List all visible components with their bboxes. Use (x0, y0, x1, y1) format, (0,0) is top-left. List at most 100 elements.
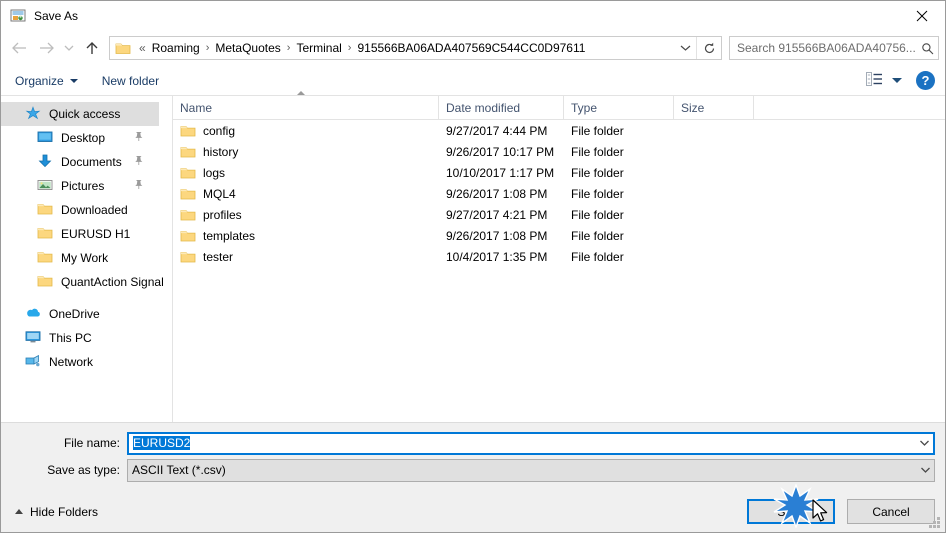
file-name-cell[interactable]: tester (173, 250, 439, 264)
help-icon[interactable]: ? (916, 71, 935, 90)
column-header-name[interactable]: Name (173, 91, 439, 119)
column-header-label: Name (180, 100, 213, 115)
sidebar-item-my-work[interactable]: My Work (1, 246, 172, 270)
file-type-cell: File folder (571, 165, 624, 180)
folder-icon (180, 187, 196, 201)
refresh-icon[interactable] (696, 37, 721, 59)
hide-folders-button[interactable]: Hide Folders (15, 505, 98, 519)
file-name-value[interactable]: EURUSD2 (129, 436, 916, 450)
table-row[interactable]: MQL4 9/26/2017 1:08 PM File folder (173, 183, 945, 204)
sidebar-item-onedrive[interactable]: OneDrive (1, 302, 172, 326)
sidebar-item-network[interactable]: Network (1, 350, 172, 374)
file-type-cell: File folder (571, 228, 624, 243)
file-name-cell[interactable]: MQL4 (173, 187, 439, 201)
file-date-cell: 9/27/2017 4:44 PM (446, 123, 548, 138)
file-name-label: profiles (203, 207, 242, 222)
dialog-content: Quick access Desktop Documents Pictures … (1, 91, 945, 422)
sidebar-item-downloaded[interactable]: Downloaded (1, 198, 172, 222)
organize-button[interactable]: Organize (15, 74, 78, 88)
file-list: Name Date modified Type Size config 9/27… (173, 91, 945, 422)
chevron-down-icon (69, 78, 78, 83)
file-name-label: config (203, 123, 236, 138)
sidebar-item-label: Documents (61, 155, 122, 169)
sidebar-item-pictures[interactable]: Pictures (1, 174, 172, 198)
back-arrow-icon[interactable] (7, 35, 33, 61)
star-icon (25, 106, 43, 122)
search-box[interactable]: Search 915566BA06ADA40756... (729, 36, 939, 60)
column-header-date-modified[interactable]: Date modified (439, 96, 564, 119)
save-as-icon (10, 8, 26, 24)
sidebar-item-desktop[interactable]: Desktop (1, 126, 172, 150)
file-type-cell: File folder (571, 123, 624, 138)
table-row[interactable]: history 9/26/2017 10:17 PM File folder (173, 141, 945, 162)
navigation-bar: « Roaming › MetaQuotes › Terminal › 9155… (1, 30, 945, 66)
pin-icon[interactable] (133, 179, 144, 193)
sidebar-item-this-pc[interactable]: This PC (1, 326, 172, 350)
file-name-cell[interactable]: templates (173, 229, 439, 243)
save-as-type-select[interactable]: ASCII Text (*.csv) (127, 458, 935, 482)
sidebar-item-label: Desktop (61, 131, 106, 145)
file-name-cell[interactable]: profiles (173, 208, 439, 222)
file-name-input[interactable]: EURUSD2 (127, 431, 935, 455)
view-mode-chevron-down-icon[interactable] (892, 78, 902, 83)
save-as-type-row: Save as type: ASCII Text (*.csv) (1, 458, 945, 482)
search-icon[interactable] (916, 42, 938, 55)
table-row[interactable]: logs 10/10/2017 1:17 PM File folder (173, 162, 945, 183)
window-title: Save As (34, 8, 79, 23)
pin-icon[interactable] (133, 131, 144, 145)
file-type-cell: File folder (571, 186, 624, 201)
up-arrow-icon[interactable] (79, 35, 105, 61)
breadcrumb-item-terminal[interactable]: Terminal (294, 41, 343, 55)
file-name-cell[interactable]: config (173, 124, 439, 138)
breadcrumb-item-roaming[interactable]: Roaming (150, 41, 202, 55)
folder-icon (37, 250, 55, 266)
view-mode-button[interactable] (866, 72, 902, 89)
pictures-icon (37, 178, 55, 194)
sidebar-item-documents[interactable]: Documents (1, 150, 172, 174)
column-header-label: Size (681, 100, 705, 115)
breadcrumb: « Roaming › MetaQuotes › Terminal › 9155… (135, 41, 674, 55)
file-type-cell: File folder (571, 144, 624, 159)
dialog-footer: Hide Folders Save Cancel (1, 491, 945, 532)
folder-icon (180, 145, 196, 159)
save-as-type-chevron-down-icon[interactable] (917, 466, 934, 474)
file-name-label: history (203, 144, 239, 159)
save-as-type-value: ASCII Text (*.csv) (132, 463, 226, 477)
file-date-cell: 9/26/2017 1:08 PM (446, 228, 548, 243)
save-button[interactable]: Save (747, 499, 835, 524)
pin-icon[interactable] (133, 155, 144, 169)
table-row[interactable]: templates 9/26/2017 1:08 PM File folder (173, 225, 945, 246)
table-row[interactable]: config 9/27/2017 4:44 PM File folder (173, 120, 945, 141)
new-folder-button[interactable]: New folder (102, 74, 159, 88)
file-name-cell[interactable]: logs (173, 166, 439, 180)
sidebar-item-eurusd-h1[interactable]: EURUSD H1 (1, 222, 172, 246)
column-header-type[interactable]: Type (564, 96, 674, 119)
file-name-cell[interactable]: history (173, 145, 439, 159)
folder-icon (37, 202, 55, 218)
file-date-cell: 9/26/2017 1:08 PM (446, 186, 548, 201)
file-name-label: File name: (63, 436, 120, 450)
search-input[interactable]: Search 915566BA06ADA40756... (730, 41, 916, 55)
save-form: File name: EURUSD2 Save as type: ASCII T… (1, 422, 945, 491)
column-header-size[interactable]: Size (674, 96, 754, 119)
table-row[interactable]: profiles 9/27/2017 4:21 PM File folder (173, 204, 945, 225)
file-name-row: File name: EURUSD2 (1, 431, 945, 455)
sidebar-item-quick-access[interactable]: Quick access (1, 102, 159, 126)
resize-grip-icon[interactable] (929, 517, 941, 529)
save-as-dialog: Save As « Roaming › MetaQuotes › Termina… (0, 0, 946, 533)
sidebar-item-quantaction-signal[interactable]: QuantAction Signal (1, 270, 172, 294)
address-chevron-down-icon[interactable] (674, 37, 696, 59)
close-icon[interactable] (899, 1, 945, 30)
breadcrumb-item-terminal-id[interactable]: 915566BA06ADA407569C544CC0D97611 (355, 41, 587, 55)
file-name-selected-text: EURUSD2 (133, 436, 191, 450)
address-bar[interactable]: « Roaming › MetaQuotes › Terminal › 9155… (109, 36, 722, 60)
breadcrumb-item-metaquotes[interactable]: MetaQuotes (213, 41, 282, 55)
onedrive-icon (25, 306, 43, 322)
command-bar: Organize New folder ? (1, 66, 945, 96)
table-row[interactable]: tester 10/4/2017 1:35 PM File folder (173, 246, 945, 267)
file-name-chevron-down-icon[interactable] (916, 439, 933, 447)
breadcrumb-overflow[interactable]: « (135, 41, 150, 55)
recent-locations-chevron-down-icon[interactable] (59, 35, 79, 61)
cancel-button[interactable]: Cancel (847, 499, 935, 524)
forward-arrow-icon[interactable] (33, 35, 59, 61)
